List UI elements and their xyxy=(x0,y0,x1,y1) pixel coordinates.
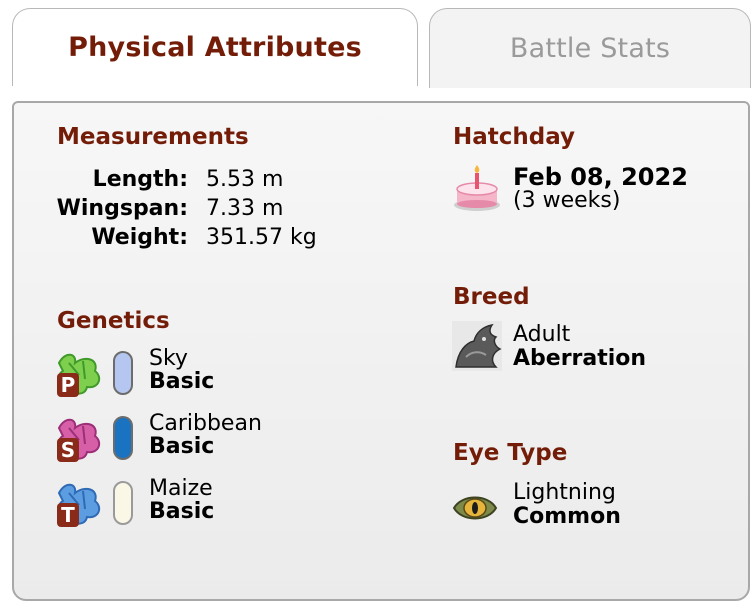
tab-physical-attributes[interactable]: Physical Attributes xyxy=(12,8,418,86)
measurement-row-wingspan: Wingspan: 7.33 m xyxy=(57,194,317,223)
eye-type-info: Lightning Common xyxy=(513,481,621,529)
eye-icon xyxy=(452,496,498,520)
tab-battle-stats-label: Battle Stats xyxy=(509,33,671,64)
secondary-gene-icon[interactable]: S xyxy=(55,414,105,466)
breed-heading: Breed xyxy=(453,284,530,310)
gene-slot-letter: T xyxy=(61,503,75,527)
color-swatch xyxy=(113,481,133,525)
primary-gene-icon[interactable]: P xyxy=(55,349,105,401)
tab-physical-attributes-label: Physical Attributes xyxy=(68,32,362,63)
measurements-heading: Measurements xyxy=(57,124,249,150)
gene-text: Sky Basic xyxy=(149,347,214,393)
breed-stage: Adult xyxy=(513,322,571,347)
hatchday-info: Feb 08, 2022 (3 weeks) xyxy=(513,165,688,213)
measurement-row-length: Length: 5.53 m xyxy=(64,165,317,194)
measurements-table: Length: 5.53 m Wingspan: 7.33 m Weight: … xyxy=(57,165,317,252)
breed-info: Adult Aberration xyxy=(513,323,646,371)
hatchday-date: Feb 08, 2022 xyxy=(513,163,688,191)
measurement-label: Length: xyxy=(92,167,188,192)
measurement-value: 5.53 m xyxy=(206,167,284,192)
gene-name: Basic xyxy=(149,499,215,524)
gene-slot-letter: S xyxy=(61,438,75,462)
eye-rarity: Common xyxy=(513,504,621,529)
color-name: Caribbean xyxy=(149,411,262,436)
birthday-cake-icon xyxy=(454,165,500,211)
tab-battle-stats[interactable]: Battle Stats xyxy=(429,8,751,88)
hatchday-heading: Hatchday xyxy=(453,124,576,150)
eye-element: Lightning xyxy=(513,480,616,505)
measurement-value: 351.57 kg xyxy=(206,225,317,250)
color-swatch xyxy=(113,351,133,395)
measurement-value: 7.33 m xyxy=(206,196,284,221)
gene-text: Caribbean Basic xyxy=(149,412,262,458)
eye-type-heading: Eye Type xyxy=(453,440,568,466)
tertiary-gene-icon[interactable]: T xyxy=(55,479,105,531)
hatchday-age: (3 weeks) xyxy=(513,188,621,213)
gene-text: Maize Basic xyxy=(149,477,214,523)
aberration-breed-icon xyxy=(452,321,502,371)
color-name: Maize xyxy=(149,476,213,501)
color-swatch xyxy=(113,416,133,460)
gene-name: Basic xyxy=(149,434,215,459)
measurement-label: Wingspan: xyxy=(56,196,188,221)
measurement-row-weight: Weight: 351.57 kg xyxy=(64,223,317,252)
measurement-label: Weight: xyxy=(91,225,188,250)
color-name: Sky xyxy=(149,346,188,371)
genetics-heading: Genetics xyxy=(57,308,170,334)
breed-name: Aberration xyxy=(513,346,647,371)
gene-slot-letter: P xyxy=(61,373,76,397)
gene-name: Basic xyxy=(149,369,215,394)
